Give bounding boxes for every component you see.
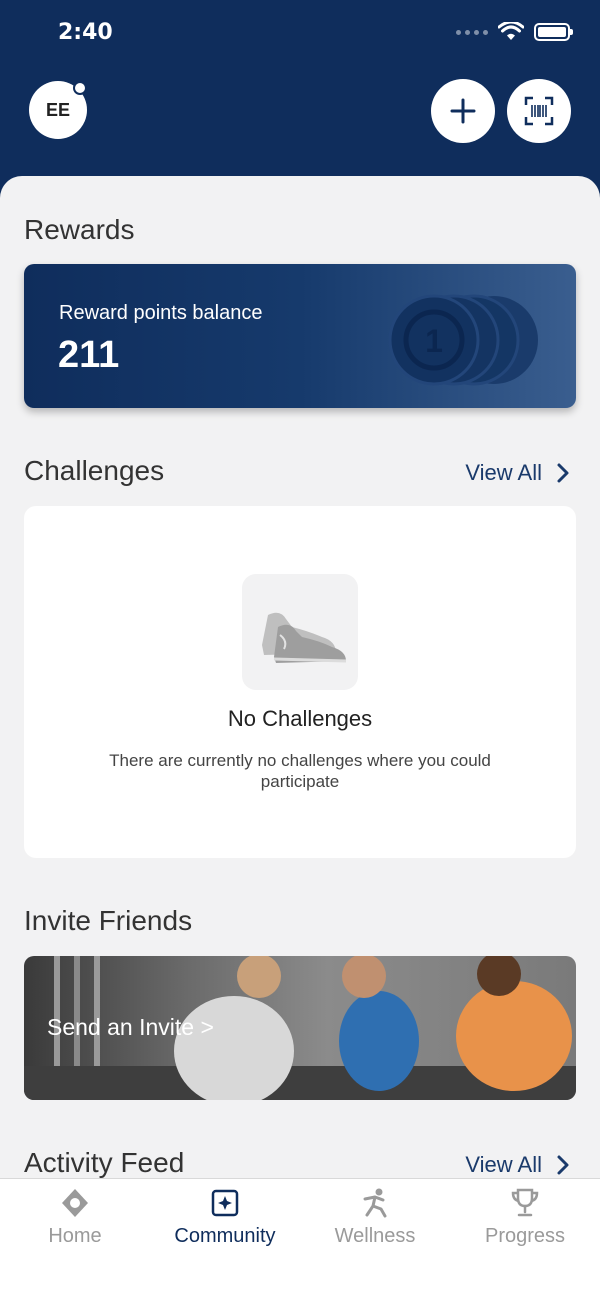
wifi-icon [498,22,524,40]
tab-community[interactable]: Community [150,1179,300,1259]
notification-dot [73,81,87,95]
avatar[interactable]: EE [29,81,87,139]
chevron-right-icon [557,1155,569,1175]
coin-label: 1 [425,323,443,359]
tab-progress-label: Progress [484,1225,566,1247]
community-icon [211,1189,239,1217]
avatar-initials: EE [45,99,70,120]
tab-community-label: Community [174,1225,276,1247]
tab-home[interactable]: Home [0,1179,150,1259]
barcode-scan-icon [524,96,554,126]
home-icon [62,1189,88,1217]
activity-feed-view-all-label: View All [465,1152,542,1177]
activity-feed-view-all[interactable]: View All [465,1152,570,1178]
header: 2:40 EE [0,0,600,200]
status-time: 2:40 [58,20,113,45]
main-content[interactable]: Rewards Reward points balance 211 1 Chal… [0,176,600,1178]
sneaker-icon [242,574,358,690]
rewards-title: Rewards [24,214,135,245]
tab-home-label: Home [48,1225,102,1247]
activity-feed-title: Activity Feed [24,1147,185,1178]
tab-wellness-label: Wellness [334,1225,416,1247]
status-icons [456,22,573,42]
send-invite-link[interactable]: Send an Invite > [47,1014,214,1041]
no-challenges-description: There are currently no challenges where … [109,751,491,791]
coins-icon: 1 [388,294,538,386]
trophy-icon [511,1188,539,1217]
scan-barcode-button[interactable] [507,79,571,143]
signal-icon [456,29,488,35]
add-button[interactable] [431,79,495,143]
wellness-icon [363,1188,387,1218]
reward-card[interactable]: Reward points balance 211 1 [24,264,576,408]
plus-icon [450,98,476,124]
battery-icon [534,23,573,41]
reward-balance-label: Reward points balance [59,302,263,324]
challenges-view-all[interactable]: View All [465,460,570,486]
challenges-card: No Challenges There are currently no cha… [24,506,576,858]
challenges-view-all-label: View All [465,460,542,485]
tab-progress[interactable]: Progress [450,1179,600,1259]
tab-wellness[interactable]: Wellness [300,1179,450,1259]
invite-friends-title: Invite Friends [24,905,193,936]
tab-bar: Home Community Wellness Progress [0,1178,600,1299]
invite-banner[interactable]: Send an Invite > [24,956,576,1100]
chevron-right-icon [557,463,569,483]
reward-balance-value: 211 [58,334,120,376]
challenges-title: Challenges [24,455,165,486]
no-challenges-title: No Challenges [227,706,373,731]
